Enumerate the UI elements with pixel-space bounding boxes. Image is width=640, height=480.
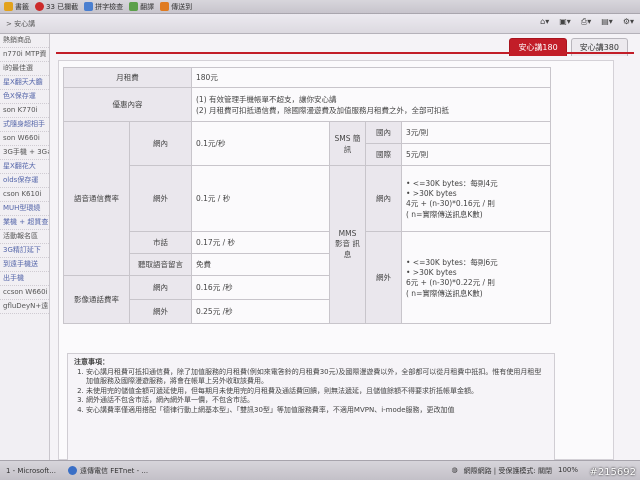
left-sidebar: 熱銷商品 n770i MTP資 i的最佳選 星X翻天大膽 色X保存運 son K… bbox=[0, 34, 50, 460]
voice-offnet-label: 網外 bbox=[129, 165, 192, 232]
voice-onnet-label: 網內 bbox=[129, 121, 192, 166]
video-offnet-value: 0.25元 /秒 bbox=[191, 299, 330, 324]
zone-text: 網際網路 | 受保護模式: 關閉 bbox=[463, 466, 552, 475]
sms-intl-value: 5元/則 bbox=[401, 143, 551, 166]
sms-intl-label: 國際 bbox=[365, 143, 402, 166]
popup-blocker[interactable]: 33 已攔截 bbox=[35, 2, 78, 12]
note-item: 未使用完的儲值金額可遞延使用，但每期月未使用完的月租費及通話費回饋，則無法遞延，… bbox=[86, 387, 548, 397]
mms-label: MMS 影音 訊息 bbox=[329, 165, 366, 324]
sidebar-item[interactable]: 出手機 bbox=[0, 272, 49, 286]
sidebar-item[interactable]: 到遠手機送 bbox=[0, 258, 49, 272]
sidebar-item[interactable]: 業機 + 超質查 bbox=[0, 216, 49, 230]
mms-onnet-line: ( n=實際傳送訊息K數) bbox=[406, 209, 483, 219]
page-icon[interactable]: ▤▾ bbox=[601, 17, 613, 27]
sidebar-item[interactable]: ccson W660i bbox=[0, 286, 49, 300]
mms-offnet-line: ( n=實際傳送訊息K數) bbox=[406, 288, 483, 298]
note-item: 安心講月租費可抵扣通信費，除了加值服務的月租費(例如來電答鈴的月租費30元)及國… bbox=[86, 368, 548, 387]
notes-box: 注意事項： 安心講月租費可抵扣通信費，除了加值服務的月租費(例如來電答鈴的月租費… bbox=[67, 353, 555, 461]
monthly-fee-value: 180元 bbox=[191, 67, 551, 88]
rss-icon[interactable]: ▣▾ bbox=[559, 17, 571, 27]
voicemail-label: 聽取語音留言 bbox=[129, 253, 192, 276]
landline-label: 市話 bbox=[129, 231, 192, 254]
sidebar-item[interactable]: son W660i bbox=[0, 132, 49, 146]
sidebar-item[interactable]: olds保存運 bbox=[0, 174, 49, 188]
sidebar-item[interactable]: MUH型環繞 bbox=[0, 202, 49, 216]
sidebar-item[interactable]: 熱銷商品 bbox=[0, 34, 49, 48]
video-offnet-label: 網外 bbox=[129, 299, 192, 324]
sidebar-item[interactable]: n770i MTP資 bbox=[0, 48, 49, 62]
offer-line-2: (2) 月租費可扣抵通信費，除國際漫遊費及加值服務月租費之外，全部可扣抵 bbox=[196, 105, 450, 115]
mms-onnet-line: • <=30K bytes：每則4元 bbox=[406, 178, 498, 188]
taskbar-item-label: 遠傳電信 FETnet - ... bbox=[79, 466, 149, 475]
sidebar-item[interactable]: 3G精訂延下 bbox=[0, 244, 49, 258]
translate-button[interactable]: 翻譯 bbox=[129, 2, 154, 12]
mms-offnet-label: 網外 bbox=[365, 231, 402, 324]
sidebar-item[interactable]: 色X保存運 bbox=[0, 90, 49, 104]
voice-rate-label: 語音通信費率 bbox=[63, 121, 130, 276]
video-rate-label: 影像通話費率 bbox=[63, 275, 130, 324]
offer-line-1: (1) 有效管理手機帳單不超支，讓你安心講 bbox=[196, 94, 337, 104]
status-bar: 1 - Microsoft... 遠傳電信 FETnet - ... ◍ 網際網… bbox=[0, 460, 640, 480]
sidebar-item[interactable]: 3G手機 + 3G# bbox=[0, 146, 49, 160]
sidebar-item[interactable]: i的最佳選 bbox=[0, 62, 49, 76]
sidebar-item[interactable]: 活動報名區 bbox=[0, 230, 49, 244]
ie-icon bbox=[67, 466, 77, 475]
note-item: 網外通話不包含市話，網內網外單一價，不包含市話。 bbox=[86, 396, 548, 406]
sidebar-item[interactable]: gfluDeyN+遠 bbox=[0, 300, 49, 314]
notes-list: 安心講月租費可抵扣通信費，除了加值服務的月租費(例如來電答鈴的月租費30元)及國… bbox=[74, 368, 548, 416]
home-icon[interactable]: ⌂▾ bbox=[540, 17, 549, 27]
taskbar-item[interactable]: 1 - Microsoft... bbox=[0, 467, 62, 475]
taskbar-item[interactable]: 遠傳電信 FETnet - ... bbox=[62, 466, 154, 476]
print-icon[interactable]: ⎙▾ bbox=[581, 17, 591, 27]
sidebar-item[interactable]: 式隨身超相手 bbox=[0, 118, 49, 132]
toolbar-item[interactable]: 書籤 bbox=[4, 2, 29, 12]
block-icon bbox=[35, 2, 44, 11]
rate-table: 月租費 180元 優惠內容 (1) 有效管理手機帳單不超支，讓你安心講 (2) … bbox=[63, 67, 551, 324]
video-onnet-value: 0.16元 /秒 bbox=[191, 275, 330, 300]
mms-offnet-line: 6元 + (n-30)*0.22元 / 則 bbox=[406, 277, 495, 287]
sms-label: SMS 簡訊 bbox=[329, 121, 366, 166]
offer-content: (1) 有效管理手機帳單不超支，讓你安心講 (2) 月租費可扣抵通信費，除國際漫… bbox=[191, 87, 551, 122]
command-bar: > 安心講 ⌂▾ ▣▾ ⎙▾ ▤▾ ⚙▾ bbox=[0, 14, 640, 34]
mms-offnet-value: • <=30K bytes：每則6元 • >30K bytes 6元 + (n-… bbox=[401, 231, 551, 324]
send-to-button[interactable]: 傳送到 bbox=[160, 2, 192, 12]
mms-onnet-label: 網內 bbox=[365, 165, 402, 232]
voice-onnet-value: 0.1元/秒 bbox=[191, 121, 330, 166]
offer-label: 優惠內容 bbox=[63, 87, 192, 122]
star-icon bbox=[4, 2, 13, 11]
sidebar-item[interactable]: cson K610i bbox=[0, 188, 49, 202]
translate-icon bbox=[129, 2, 139, 11]
video-onnet-label: 網內 bbox=[129, 275, 192, 300]
command-icons: ⌂▾ ▣▾ ⎙▾ ▤▾ ⚙▾ bbox=[540, 17, 634, 27]
mms-onnet-line: • >30K bytes bbox=[406, 188, 457, 198]
rate-content: 月租費 180元 優惠內容 (1) 有效管理手機帳單不超支，讓你安心講 (2) … bbox=[58, 60, 614, 461]
sidebar-item[interactable]: 星X翻花大 bbox=[0, 160, 49, 174]
breadcrumb: > 安心講 bbox=[6, 19, 36, 28]
mms-onnet-value: • <=30K bytes：每則4元 • >30K bytes 4元 + (n-… bbox=[401, 165, 551, 232]
send-icon bbox=[160, 2, 170, 11]
sms-domestic-value: 3元/則 bbox=[401, 121, 551, 144]
notes-title: 注意事項： bbox=[74, 358, 109, 366]
browser-toolbar: 書籤 33 已攔截 拼字檢查 翻譯 傳送到 bbox=[0, 0, 640, 14]
mms-onnet-line: 4元 + (n-30)*0.16元 / 則 bbox=[406, 198, 495, 208]
sidebar-item[interactable]: 星X翻天大膽 bbox=[0, 76, 49, 90]
voice-offnet-value: 0.1元 / 秒 bbox=[191, 165, 330, 232]
sidebar-item[interactable]: son K770i bbox=[0, 104, 49, 118]
voicemail-value: 免費 bbox=[191, 253, 330, 276]
abc-icon bbox=[84, 2, 94, 11]
zoom-level[interactable]: 100% bbox=[558, 466, 578, 476]
main-page: 安心講180 安心講380 月租費 180元 優惠內容 (1) 有效管理手機帳單… bbox=[50, 34, 640, 461]
tools-icon[interactable]: ⚙▾ bbox=[623, 17, 634, 27]
spellcheck-button[interactable]: 拼字檢查 bbox=[84, 2, 123, 12]
landline-value: 0.17元 / 秒 bbox=[191, 231, 330, 254]
watermark: #215692 bbox=[589, 467, 636, 478]
sms-domestic-label: 國內 bbox=[365, 121, 402, 144]
note-item: 安心講費率僅適用搭配「德律行動上網基本型」、「雙訊30型」等加值服務費率，不適用… bbox=[86, 406, 548, 416]
mms-offnet-line: • <=30K bytes：每則6元 bbox=[406, 257, 498, 267]
monthly-fee-label: 月租費 bbox=[63, 67, 192, 88]
globe-icon: ◍ bbox=[451, 465, 458, 474]
mms-offnet-line: • >30K bytes bbox=[406, 267, 457, 277]
tab-underline bbox=[56, 52, 634, 54]
